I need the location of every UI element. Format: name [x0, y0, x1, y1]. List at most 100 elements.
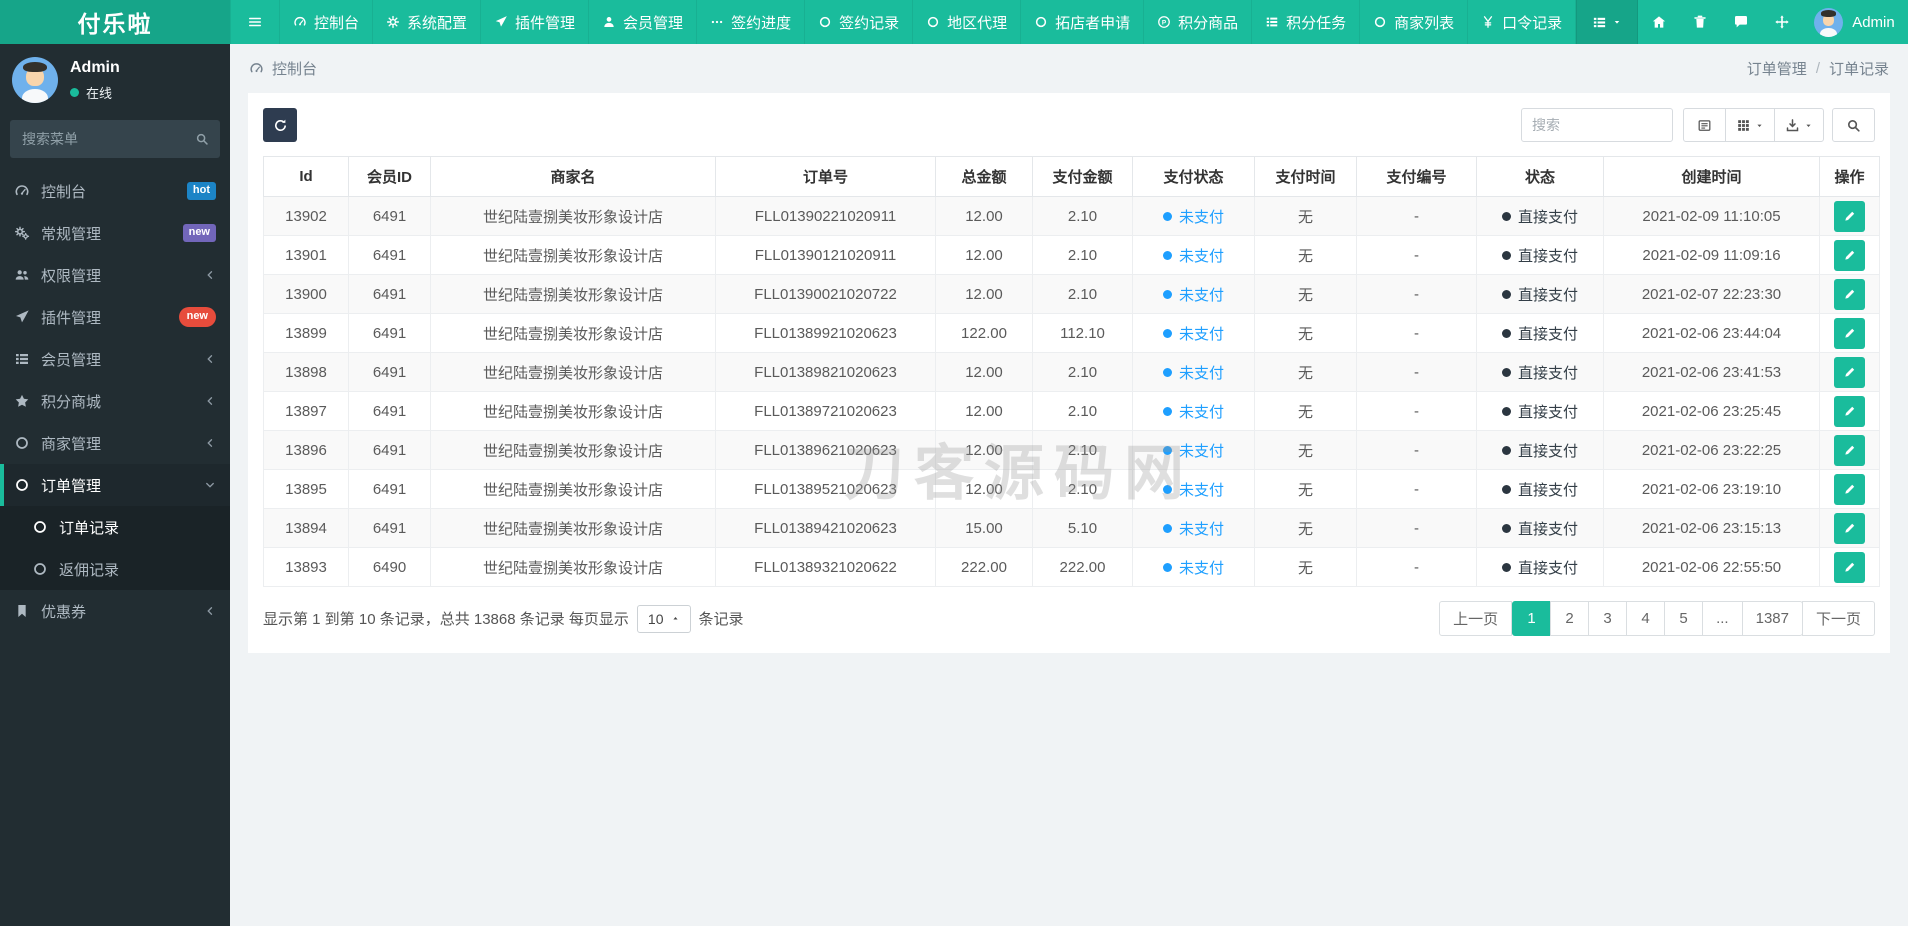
- breadcrumb-parent[interactable]: 订单管理: [1747, 58, 1807, 79]
- table-search-input[interactable]: [1521, 108, 1673, 142]
- page-number-button[interactable]: 5: [1664, 601, 1704, 636]
- edit-button[interactable]: [1834, 395, 1865, 427]
- topnav-item[interactable]: 积分任务: [1251, 0, 1359, 44]
- status-label: 直接支付: [1517, 364, 1578, 382]
- sidebar-item[interactable]: 订单管理: [0, 464, 230, 506]
- export-button[interactable]: [1774, 108, 1824, 142]
- sidebar-item[interactable]: 订单记录: [0, 506, 230, 548]
- pencil-icon: [1843, 209, 1857, 223]
- edit-button[interactable]: [1834, 239, 1865, 271]
- sidebar-search-input[interactable]: [10, 120, 220, 158]
- edit-button[interactable]: [1834, 317, 1865, 349]
- sidebar-item[interactable]: 常规管理 new: [0, 212, 230, 254]
- topnav-item[interactable]: 商家列表: [1359, 0, 1467, 44]
- status-label: 直接支付: [1517, 559, 1578, 577]
- sidebar-item-label: 订单记录: [59, 519, 120, 537]
- sidebar-toggle-button[interactable]: [230, 0, 279, 44]
- edit-button[interactable]: [1834, 512, 1865, 544]
- topnav-item-icon: [293, 15, 307, 29]
- admin-menu[interactable]: Admin: [1802, 0, 1907, 44]
- columns-button[interactable]: [1725, 108, 1775, 142]
- sidebar-item[interactable]: 积分商城: [0, 380, 230, 422]
- edit-button[interactable]: [1834, 551, 1865, 583]
- sidebar-item-label: 会员管理: [41, 351, 102, 369]
- page-number-button[interactable]: 1387: [1741, 601, 1803, 636]
- search-toggle-button[interactable]: [1832, 108, 1875, 142]
- pay-status-dot: [1162, 445, 1172, 455]
- topnav-item[interactable]: 控制台: [279, 0, 372, 44]
- cell-status: 直接支付: [1476, 469, 1604, 509]
- topnav-item[interactable]: 拓店者申请: [1020, 0, 1143, 44]
- menu-dropdown-button[interactable]: [1576, 0, 1639, 44]
- cell-member-id: 6491: [348, 196, 431, 236]
- edit-button[interactable]: [1834, 200, 1865, 232]
- export-icon: [1785, 118, 1800, 133]
- cell-pay-no: -: [1356, 547, 1477, 587]
- refresh-button[interactable]: [263, 108, 297, 142]
- cell-member-id: 6491: [348, 391, 431, 431]
- cell-total: 12.00: [935, 196, 1033, 236]
- page-number-button[interactable]: 2: [1550, 601, 1590, 636]
- topnav-item-label: 积分商品: [1178, 14, 1239, 32]
- cell-created: 2021-02-06 23:25:45: [1603, 391, 1820, 431]
- next-page-button[interactable]: 下一页: [1801, 601, 1875, 636]
- cell-pay-status: 未支付: [1132, 274, 1255, 314]
- edit-button[interactable]: [1834, 278, 1865, 310]
- edit-button[interactable]: [1834, 356, 1865, 388]
- topnav-item[interactable]: 系统配置: [372, 0, 480, 44]
- pagination-summary-prefix: 显示第 1 到第 10 条记录，总共 13868 条记录 每页显示: [263, 611, 629, 628]
- cell-total: 15.00: [935, 508, 1033, 548]
- sidebar-item[interactable]: 优惠券: [0, 590, 230, 632]
- expand-button[interactable]: [1761, 0, 1802, 44]
- pay-status-dot: [1162, 211, 1172, 221]
- sidebar-item[interactable]: 权限管理: [0, 254, 230, 296]
- cell-pay-no: -: [1356, 391, 1477, 431]
- topnav-item[interactable]: 签约记录: [804, 0, 912, 44]
- cell-pay-status: 未支付: [1132, 391, 1255, 431]
- topnav-item[interactable]: 插件管理: [480, 0, 588, 44]
- cell-id: 13894: [263, 508, 349, 548]
- column-header: Id: [263, 156, 349, 197]
- sidebar-item[interactable]: 商家管理: [0, 422, 230, 464]
- home-button[interactable]: [1638, 0, 1679, 44]
- topnav-item[interactable]: 积分商品: [1143, 0, 1251, 44]
- orders-table: Id 会员ID 商家名 订单号 总金额 支付金额 支付状态 支付时间 支付编号 状态 创建时间 操作 …: [263, 156, 1880, 587]
- topnav-item[interactable]: 口令记录: [1467, 0, 1577, 44]
- topnav-item[interactable]: 地区代理: [912, 0, 1020, 44]
- common-search-button[interactable]: [1683, 108, 1726, 142]
- topnav-item[interactable]: 会员管理: [588, 0, 696, 44]
- page-ellipsis[interactable]: ...: [1702, 601, 1743, 636]
- page-number-button[interactable]: 1: [1512, 601, 1552, 636]
- cell-id: 13899: [263, 313, 349, 353]
- cell-member-id: 6491: [348, 313, 431, 353]
- page-size-dropdown[interactable]: 10: [636, 604, 691, 633]
- topnav-icon-buttons: [1638, 0, 1802, 44]
- pencil-icon: [1843, 443, 1857, 457]
- table-row: 13895 6491 世纪陆壹捌美妆形象设计店 FLL0138952102062…: [263, 469, 1880, 509]
- sidebar-item-icon: [14, 309, 30, 325]
- page-number-button[interactable]: 4: [1626, 601, 1666, 636]
- edit-button[interactable]: [1834, 434, 1865, 466]
- table-toolbar: [263, 108, 1875, 142]
- caret-down-icon: [1804, 121, 1813, 130]
- cell-status: 直接支付: [1476, 352, 1604, 392]
- edit-button[interactable]: [1834, 473, 1865, 505]
- sidebar-user-status: 在线: [70, 83, 120, 102]
- topnav-item-icon: [602, 15, 616, 29]
- status-label: 直接支付: [1517, 481, 1578, 499]
- breadcrumb-left: 控制台: [249, 58, 317, 79]
- page-number-button[interactable]: 3: [1588, 601, 1628, 636]
- sidebar-item[interactable]: 会员管理: [0, 338, 230, 380]
- sidebar-user-panel: Admin 在线: [0, 44, 230, 114]
- prev-page-button[interactable]: 上一页: [1439, 601, 1513, 636]
- caret-up-icon: [671, 614, 680, 623]
- message-button[interactable]: [1720, 0, 1761, 44]
- sidebar-item[interactable]: 返佣记录: [0, 548, 230, 590]
- cell-order-no: FLL01389321020622: [715, 547, 936, 587]
- trash-button[interactable]: [1679, 0, 1720, 44]
- topnav-item-label: 签约进度: [731, 14, 792, 32]
- topnav-item[interactable]: 签约进度: [696, 0, 804, 44]
- sidebar-item[interactable]: 插件管理 new: [0, 296, 230, 338]
- cell-pay-status: 未支付: [1132, 547, 1255, 587]
- sidebar-item[interactable]: 控制台 hot: [0, 170, 230, 212]
